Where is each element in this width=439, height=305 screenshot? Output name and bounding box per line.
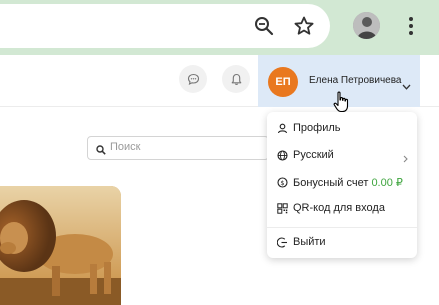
messages-button[interactable] xyxy=(179,65,207,93)
search-placeholder: Поиск xyxy=(110,141,141,153)
person-icon xyxy=(276,122,288,134)
zoom-out-icon[interactable] xyxy=(250,12,278,40)
menu-item-profile[interactable]: Профиль xyxy=(267,116,417,140)
globe-icon xyxy=(276,149,288,161)
user-avatar[interactable]: ЕП xyxy=(268,67,298,97)
chat-icon xyxy=(187,73,199,85)
bookmark-star-icon[interactable] xyxy=(290,12,318,40)
menu-item-label: Бонусный счет xyxy=(293,177,369,189)
menu-item-label: QR-код для входа xyxy=(293,202,385,214)
user-name[interactable]: Елена Петровичева xyxy=(309,75,401,86)
menu-divider xyxy=(267,227,417,228)
qr-icon xyxy=(276,202,288,214)
menu-item-label: Русский xyxy=(293,149,334,161)
notifications-button[interactable] xyxy=(222,65,250,93)
bell-icon xyxy=(231,73,241,85)
menu-item-logout[interactable]: Выйти xyxy=(267,230,417,254)
menu-item-bonus[interactable]: $ Бонусный счет 0.00 ₽ xyxy=(267,170,417,194)
svg-text:$: $ xyxy=(280,179,284,187)
menu-item-qr-login[interactable]: QR-код для входа xyxy=(267,196,417,220)
chevron-right-icon xyxy=(403,150,408,168)
search-icon xyxy=(96,142,106,160)
more-vert-icon[interactable] xyxy=(397,12,425,40)
logout-icon xyxy=(276,236,288,248)
user-dropdown-menu: Профиль Русский $ Бонусный счет 0.00 ₽ Q… xyxy=(267,112,417,258)
chevron-down-icon[interactable] xyxy=(402,77,411,95)
menu-item-language[interactable]: Русский xyxy=(267,143,417,167)
lion-image[interactable] xyxy=(0,186,121,305)
browser-profile-avatar[interactable] xyxy=(353,12,380,39)
menu-item-label: Профиль xyxy=(293,122,341,134)
coin-icon: $ xyxy=(276,176,288,188)
bonus-balance: 0.00 ₽ xyxy=(371,177,403,189)
address-bar[interactable] xyxy=(0,4,330,48)
menu-item-label: Выйти xyxy=(293,236,326,248)
